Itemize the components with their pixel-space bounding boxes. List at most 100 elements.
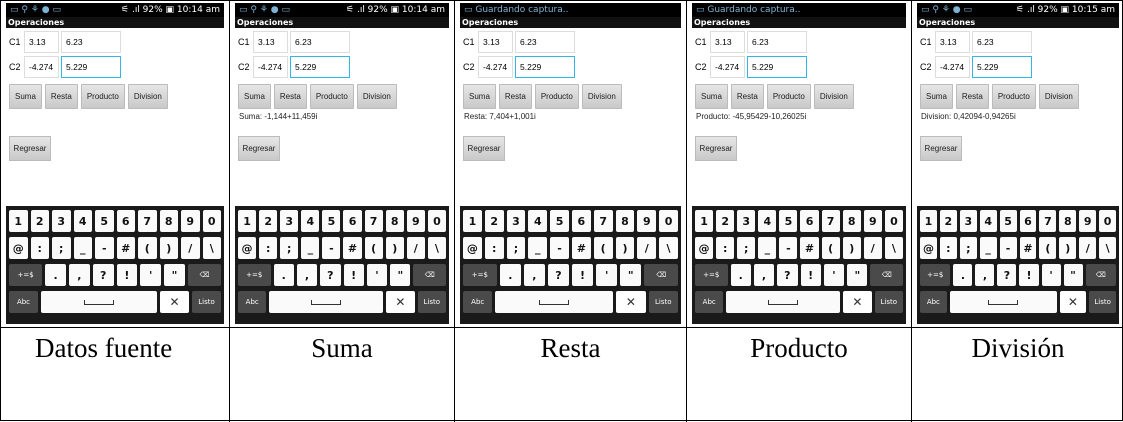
keyboard-key[interactable]: 1 <box>238 210 257 232</box>
keyboard-key[interactable]: _ <box>301 237 320 259</box>
keyboard-key[interactable]: ! <box>800 264 821 286</box>
keyboard-key[interactable]: 7 <box>821 210 840 232</box>
keyboard-key[interactable]: 5 <box>95 210 114 232</box>
c2-real-input[interactable]: -4.274 <box>253 56 288 78</box>
keyboard-key[interactable]: # <box>1019 237 1037 259</box>
keyboard-key[interactable]: ) <box>159 237 178 259</box>
suma-button[interactable]: Suma <box>238 84 271 109</box>
keyboard-key[interactable]: +=$ <box>9 264 43 286</box>
keyboard-key[interactable]: : <box>939 237 957 259</box>
settings-key-icon[interactable]: ✕ <box>1059 291 1087 313</box>
keyboard-key[interactable]: / <box>1079 237 1097 259</box>
producto-button[interactable]: Producto <box>80 84 125 109</box>
c1-real-input[interactable]: 3.13 <box>253 31 288 53</box>
keyboard-key[interactable]: Listo <box>648 291 678 313</box>
keyboard-key[interactable]: - <box>322 237 341 259</box>
keyboard-key[interactable]: . <box>45 264 66 286</box>
keyboard-key[interactable]: # <box>116 237 135 259</box>
keyboard-key[interactable]: \ <box>427 237 446 259</box>
keyboard-key[interactable]: \ <box>659 237 678 259</box>
keyboard-key[interactable]: 2 <box>484 210 504 232</box>
keyboard-key[interactable]: 4 <box>528 210 548 232</box>
backspace-key-icon[interactable]: ⌫ <box>1085 264 1116 286</box>
keyboard-key[interactable]: _ <box>979 237 997 259</box>
keyboard-key[interactable]: 4 <box>979 210 997 232</box>
keyboard-key[interactable]: # <box>571 237 591 259</box>
keyboard-key[interactable]: \ <box>884 237 903 259</box>
keyboard-key[interactable]: ; <box>959 237 977 259</box>
keyboard-key[interactable]: : <box>716 237 735 259</box>
keyboard-key[interactable]: 5 <box>322 210 341 232</box>
resta-button[interactable]: Resta <box>730 84 764 109</box>
keyboard-key[interactable]: 3 <box>52 210 71 232</box>
keyboard-key[interactable]: . <box>953 264 973 286</box>
keyboard-key[interactable]: Abc <box>9 291 38 313</box>
keyboard-key[interactable]: \ <box>1099 237 1117 259</box>
resta-button[interactable]: Resta <box>955 84 989 109</box>
keyboard-key[interactable]: ) <box>1059 237 1077 259</box>
backspace-key-icon[interactable]: ⌫ <box>644 264 679 286</box>
keyboard-key[interactable]: ) <box>385 237 404 259</box>
keyboard-key[interactable]: 4 <box>758 210 777 232</box>
c2-real-input[interactable]: -4.274 <box>24 56 59 78</box>
c2-imag-input[interactable]: 5.229 <box>972 56 1032 78</box>
c1-real-input[interactable]: 3.13 <box>478 31 513 53</box>
keyboard-key[interactable]: ' <box>1041 264 1061 286</box>
space-key[interactable] <box>41 291 157 313</box>
c2-real-input[interactable]: -4.274 <box>710 56 745 78</box>
keyboard-key[interactable]: Listo <box>192 291 221 313</box>
keyboard-key[interactable]: 3 <box>959 210 977 232</box>
keyboard-key[interactable]: ( <box>821 237 840 259</box>
keyboard-key[interactable]: @ <box>695 237 714 259</box>
keyboard-key[interactable]: " <box>1063 264 1083 286</box>
keyboard-key[interactable]: ) <box>842 237 861 259</box>
keyboard-key[interactable]: / <box>406 237 425 259</box>
keyboard-key[interactable]: Abc <box>695 291 724 313</box>
keyboard-key[interactable]: . <box>499 264 521 286</box>
keyboard-key[interactable]: 1 <box>463 210 482 232</box>
keyboard-key[interactable]: \ <box>202 237 221 259</box>
keyboard-key[interactable]: , <box>523 264 545 286</box>
keyboard-key[interactable]: ; <box>280 237 299 259</box>
keyboard-key[interactable]: 3 <box>506 210 526 232</box>
keyboard-key[interactable]: 1 <box>695 210 714 232</box>
keyboard-key[interactable]: ' <box>823 264 845 286</box>
keyboard-key[interactable]: 6 <box>116 210 135 232</box>
keyboard-key[interactable]: _ <box>528 237 548 259</box>
regresar-button[interactable]: Regresar <box>695 136 737 161</box>
resta-button[interactable]: Resta <box>44 84 78 109</box>
c2-real-input[interactable]: -4.274 <box>478 56 513 78</box>
keyboard-key[interactable]: 6 <box>800 210 819 232</box>
keyboard-key[interactable]: ( <box>593 237 613 259</box>
keyboard-key[interactable]: # <box>343 237 362 259</box>
keyboard-key[interactable]: / <box>637 237 657 259</box>
keyboard-key[interactable]: ? <box>547 264 570 286</box>
c1-real-input[interactable]: 3.13 <box>935 31 970 53</box>
keyboard-key[interactable]: : <box>30 237 49 259</box>
keyboard-key[interactable]: @ <box>9 237 28 259</box>
keyboard-key[interactable]: 7 <box>364 210 383 232</box>
keyboard-key[interactable]: . <box>273 264 294 286</box>
keyboard-key[interactable]: . <box>730 264 751 286</box>
keyboard-key[interactable]: ( <box>364 237 383 259</box>
keyboard-key[interactable]: ' <box>366 264 388 286</box>
c2-real-input[interactable]: -4.274 <box>935 56 970 78</box>
settings-key-icon[interactable]: ✕ <box>160 291 189 313</box>
keyboard-key[interactable]: 9 <box>637 210 657 232</box>
keyboard-key[interactable]: +=$ <box>695 264 728 286</box>
resta-button[interactable]: Resta <box>498 84 532 109</box>
producto-button[interactable]: Producto <box>766 84 811 109</box>
keyboard-key[interactable]: , <box>975 264 995 286</box>
keyboard-key[interactable]: ! <box>343 264 364 286</box>
keyboard-key[interactable]: ' <box>140 264 162 286</box>
keyboard-key[interactable]: 5 <box>550 210 569 232</box>
keyboard-key[interactable]: - <box>95 237 114 259</box>
keyboard-key[interactable]: ; <box>737 237 756 259</box>
keyboard-key[interactable]: 1 <box>920 210 937 232</box>
c1-real-input[interactable]: 3.13 <box>710 31 745 53</box>
keyboard-key[interactable]: ( <box>138 237 157 259</box>
keyboard-key[interactable]: +=$ <box>920 264 951 286</box>
division-button[interactable]: Division <box>1038 84 1079 109</box>
keyboard-key[interactable]: 9 <box>406 210 425 232</box>
keyboard-key[interactable]: , <box>296 264 318 286</box>
